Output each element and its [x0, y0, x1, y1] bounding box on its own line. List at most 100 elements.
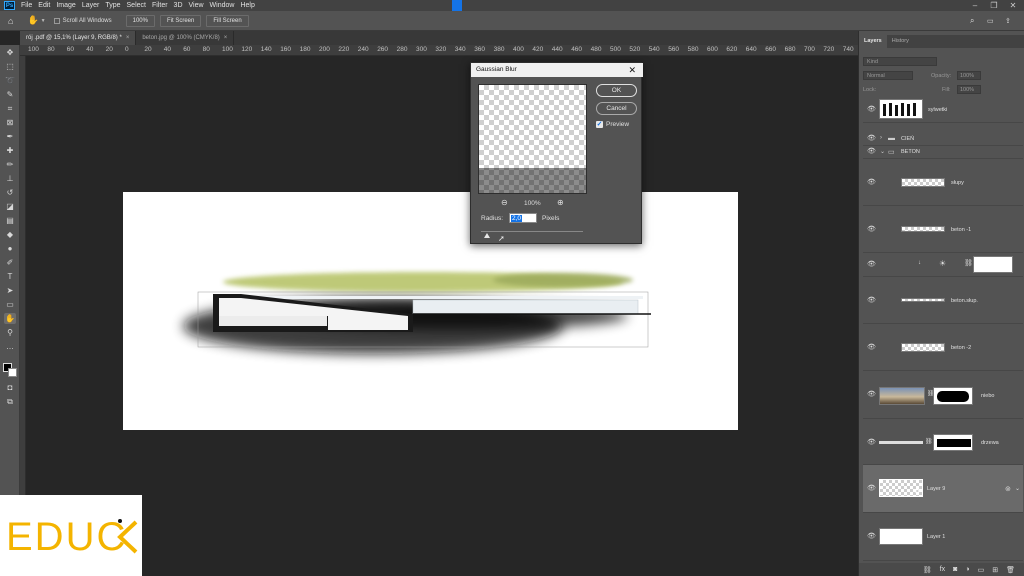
- share-icon[interactable]: ⇪: [1005, 17, 1011, 25]
- hand-tool-icon[interactable]: ✋: [4, 313, 16, 324]
- link-icon[interactable]: ⛓: [925, 438, 933, 445]
- chevron-down-icon[interactable]: ▼: [41, 18, 46, 24]
- clone-stamp-icon[interactable]: ⊥: [4, 173, 16, 184]
- blend-mode-select[interactable]: Normal: [863, 71, 913, 80]
- cancel-button[interactable]: Cancel: [596, 102, 637, 115]
- trash-icon[interactable]: 🗑: [1006, 566, 1015, 574]
- menu-filter[interactable]: Filter: [149, 2, 171, 9]
- hand-tool-icon[interactable]: ✋: [27, 15, 38, 26]
- layer-group-row[interactable]: 👁 ⌄ ▭ BETON: [863, 146, 1023, 159]
- visibility-eye-icon[interactable]: 👁: [867, 179, 876, 187]
- tab-document-beton[interactable]: beton.jpg @ 100% (CMYK/8) ×: [136, 31, 235, 45]
- menu-file[interactable]: File: [18, 2, 35, 9]
- shape-tool-icon[interactable]: ▭: [4, 299, 16, 310]
- visibility-eye-icon[interactable]: 👁: [867, 391, 876, 399]
- search-icon[interactable]: ⌕: [970, 16, 974, 26]
- visibility-eye-icon[interactable]: 👁: [867, 148, 876, 156]
- eyedropper-tool-icon[interactable]: ✒: [4, 131, 16, 142]
- visibility-eye-icon[interactable]: 👁: [867, 344, 876, 352]
- radius-slider-track[interactable]: [481, 231, 583, 238]
- fit-screen-button[interactable]: Fit Screen: [159, 14, 202, 27]
- visibility-eye-icon[interactable]: 👁: [867, 439, 876, 447]
- visibility-eye-icon[interactable]: 👁: [867, 106, 876, 114]
- close-window-icon[interactable]: ✕: [1004, 0, 1022, 11]
- opacity-input[interactable]: 100%: [957, 71, 981, 80]
- scroll-all-windows-checkbox[interactable]: [53, 17, 60, 24]
- home-icon[interactable]: ⌂: [8, 16, 13, 26]
- link-layers-icon[interactable]: ⛓: [923, 566, 932, 574]
- layer-row[interactable]: 👁 ⛓ drzewa: [863, 419, 1023, 465]
- close-icon[interactable]: ×: [126, 35, 130, 41]
- ok-button[interactable]: OK: [596, 84, 637, 97]
- quick-mask-icon[interactable]: ◘: [4, 382, 16, 393]
- zoom-out-icon[interactable]: ⊖: [501, 198, 508, 207]
- gradient-tool-icon[interactable]: ▤: [4, 215, 16, 226]
- chevron-right-icon[interactable]: ›: [880, 135, 882, 141]
- menu-view[interactable]: View: [186, 2, 207, 9]
- tab-layers[interactable]: Layers: [859, 35, 887, 48]
- lasso-tool-icon[interactable]: ➰: [4, 75, 16, 86]
- layer-group-row[interactable]: 👁 › ▬ CIEŃ: [863, 133, 1023, 146]
- workspace-icon[interactable]: ▭: [987, 17, 994, 25]
- preview-checkbox[interactable]: ✓: [596, 121, 603, 128]
- type-tool-icon[interactable]: T: [4, 271, 16, 282]
- layer-row[interactable]: 👁 sylwetki: [863, 97, 1023, 123]
- visibility-eye-icon[interactable]: 👁: [867, 485, 876, 493]
- quick-select-tool-icon[interactable]: ✎: [4, 89, 16, 100]
- menu-edit[interactable]: Edit: [35, 2, 53, 9]
- minimize-icon[interactable]: –: [966, 0, 984, 11]
- zoom-100-button[interactable]: 100%: [125, 14, 155, 27]
- crop-tool-icon[interactable]: ⌗: [4, 103, 16, 114]
- radius-input[interactable]: 2,0: [509, 213, 537, 223]
- layer-row[interactable]: 👁 beton -1: [863, 206, 1023, 253]
- filter-preview[interactable]: [478, 84, 587, 194]
- visibility-eye-icon[interactable]: 👁: [867, 261, 876, 269]
- photoshop-logo-icon[interactable]: Ps: [4, 1, 15, 10]
- add-mask-icon[interactable]: ◙: [953, 566, 957, 573]
- frame-tool-icon[interactable]: ⊠: [4, 117, 16, 128]
- layer-row[interactable]: 👁 beton.słup.: [863, 277, 1023, 324]
- zoom-tool-icon[interactable]: ⚲: [4, 327, 16, 338]
- menu-help[interactable]: Help: [237, 2, 257, 9]
- marquee-tool-icon[interactable]: ⬚: [4, 61, 16, 72]
- more-tools-icon[interactable]: …: [4, 341, 16, 352]
- restore-icon[interactable]: ❐: [985, 0, 1003, 11]
- visibility-eye-icon[interactable]: 👁: [867, 533, 876, 541]
- layer-row[interactable]: 👁 słupy: [863, 159, 1023, 206]
- radius-slider-thumb[interactable]: [484, 233, 491, 238]
- zoom-in-icon[interactable]: ⊕: [557, 198, 564, 207]
- menu-window[interactable]: Window: [207, 2, 238, 9]
- healing-brush-icon[interactable]: ✚: [4, 145, 16, 156]
- visibility-eye-icon[interactable]: 👁: [867, 135, 876, 143]
- new-layer-icon[interactable]: ⊞: [992, 566, 998, 574]
- move-tool-icon[interactable]: ✥: [4, 47, 16, 58]
- menu-3d[interactable]: 3D: [171, 2, 186, 9]
- menu-image[interactable]: Image: [53, 2, 78, 9]
- visibility-eye-icon[interactable]: 👁: [867, 297, 876, 305]
- menu-layer[interactable]: Layer: [79, 2, 103, 9]
- adjustment-layer-row[interactable]: 👁 ↓ ☀ ⛓: [863, 253, 1023, 277]
- dodge-tool-icon[interactable]: ●: [4, 243, 16, 254]
- tab-document-active[interactable]: rój .pdf @ 15,1% (Layer 9, RGB/8) * ×: [20, 31, 137, 45]
- layer-filter-input[interactable]: Kind: [863, 57, 937, 66]
- tab-history[interactable]: History: [887, 35, 914, 48]
- screen-mode-icon[interactable]: ⧉: [4, 396, 16, 407]
- fill-input[interactable]: 100%: [957, 85, 981, 94]
- visibility-eye-icon[interactable]: 👁: [867, 226, 876, 234]
- eraser-tool-icon[interactable]: ◪: [4, 201, 16, 212]
- chevron-down-icon[interactable]: ⌄: [1015, 485, 1020, 492]
- history-brush-icon[interactable]: ↺: [4, 187, 16, 198]
- brush-tool-icon[interactable]: ✏: [4, 159, 16, 170]
- link-icon[interactable]: ⛓: [964, 259, 973, 267]
- menu-type[interactable]: Type: [102, 2, 123, 9]
- background-color-swatch[interactable]: [8, 368, 17, 377]
- layer-row[interactable]: 👁 beton -2: [863, 324, 1023, 371]
- fill-screen-button[interactable]: Fill Screen: [206, 14, 249, 27]
- adjustment-layer-icon[interactable]: ◑: [965, 566, 969, 573]
- close-icon[interactable]: ✕: [628, 63, 636, 77]
- layer-row-selected[interactable]: 👁 ⧉ Layer 9 ⊚ ⌄: [863, 465, 1023, 513]
- pen-tool-icon[interactable]: ✐: [4, 257, 16, 268]
- layer-row[interactable]: 👁 Layer 1: [863, 513, 1023, 561]
- chevron-down-icon[interactable]: ⌄: [880, 148, 885, 155]
- new-group-icon[interactable]: ▭: [978, 566, 985, 574]
